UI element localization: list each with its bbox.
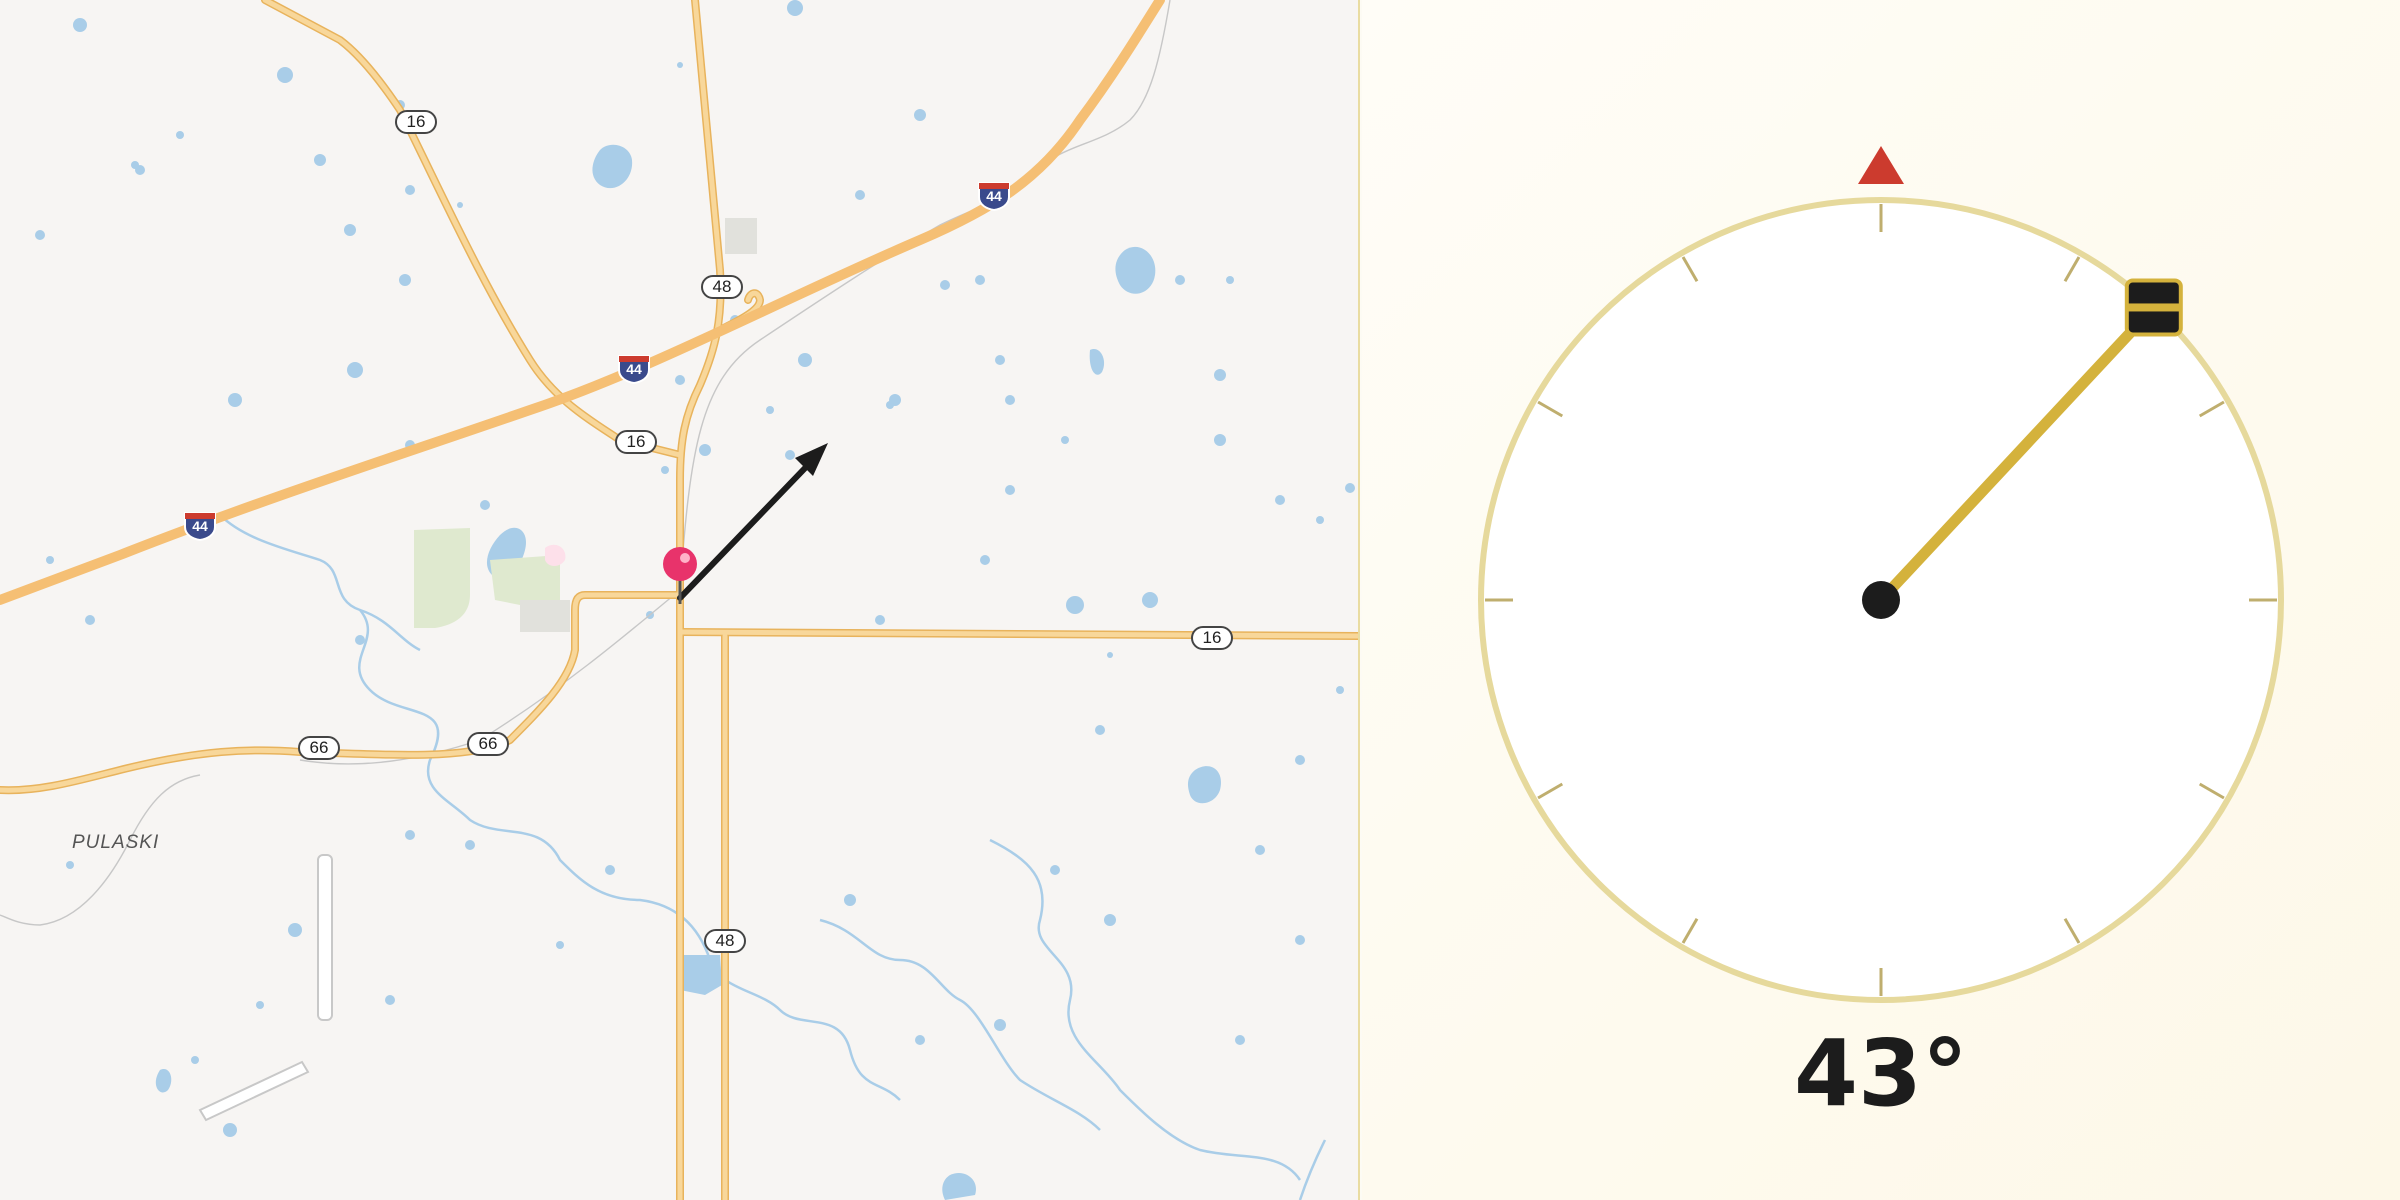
route-shield-48: 48	[701, 275, 743, 299]
land-use-area	[520, 600, 570, 632]
heading-readout: 43°	[1793, 1020, 1969, 1127]
place-label-pulaski: PULASKI	[72, 832, 160, 853]
airfield	[198, 854, 333, 1122]
heading-handle-icon[interactable]	[2124, 278, 2183, 337]
park-area	[414, 528, 470, 628]
route-shield-48: 48	[704, 929, 746, 953]
route-shield-16: 16	[615, 430, 657, 454]
heading-arrow-icon	[677, 443, 828, 601]
map-canvas[interactable]	[0, 0, 1360, 1200]
route-shield-66: 66	[298, 736, 340, 760]
lakes	[35, 0, 1355, 1200]
interstate-shield-44: 44	[183, 511, 217, 542]
route-shield-66: 66	[467, 732, 509, 756]
route-shield-16: 16	[1191, 626, 1233, 650]
interstate-shield-44: 44	[617, 354, 651, 385]
map-view[interactable]: 16 48 16 16 66 66 48 44 44 44 PULASKI	[0, 0, 1360, 1200]
minor-roads	[0, 0, 1171, 926]
route-shield-16: 16	[395, 110, 437, 134]
compass-hub	[1862, 581, 1900, 619]
interstate-shield-44: 44	[977, 181, 1011, 212]
land-use-area	[545, 544, 566, 566]
river-lines	[219, 514, 1327, 1200]
land-use-area	[725, 218, 757, 254]
north-triangle-icon	[1858, 146, 1904, 184]
compass-panel: 43°	[1362, 0, 2400, 1200]
